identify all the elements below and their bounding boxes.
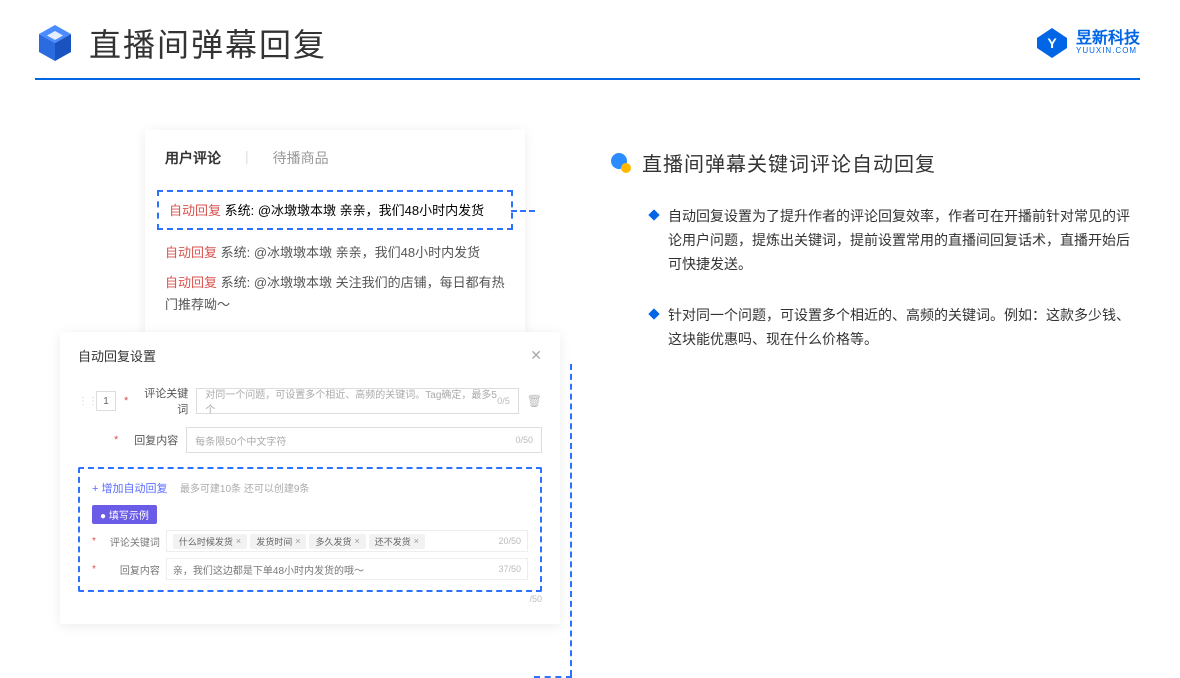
keyword-label: 评论关键词 (136, 385, 188, 417)
example-content-label: 回复内容 (102, 562, 160, 577)
bubble-icon (610, 152, 632, 174)
comment-line: 自动回复 系统: @冰墩墩本墩 亲亲，我们48小时内发货 (145, 238, 525, 268)
example-keyword-label: 评论关键词 (102, 534, 160, 549)
drag-handle-icon[interactable]: ⋮⋮ (78, 396, 88, 407)
index-box: 1 (96, 391, 116, 411)
add-autoreply-link[interactable]: + 增加自动回复 (92, 483, 167, 495)
brand-url: YUUXIN.COM (1076, 47, 1140, 56)
extra-counter: /50 (78, 594, 542, 604)
page-header: 直播间弹幕回复 Y 昱新科技 YUUXIN.COM (0, 0, 1180, 66)
tag-chip[interactable]: 什么时候发货× (173, 534, 247, 549)
auto-reply-tag: 自动回复 (169, 203, 221, 218)
required-star: * (124, 395, 128, 407)
dialog-title: 自动回复设置 (78, 346, 156, 365)
example-badge: ● 填写示例 (92, 505, 157, 524)
screenshot-illustration: 用户评论 | 待播商品 自动回复 系统: @冰墩墩本墩 亲亲，我们48小时内发货… (60, 130, 570, 624)
description-panel: 直播间弹幕关键词评论自动回复 自动回复设置为了提升作者的评论回复效率，作者可在开… (610, 130, 1140, 624)
diamond-icon (648, 309, 659, 320)
tab-pending-products[interactable]: 待播商品 (273, 148, 329, 168)
highlighted-comment: 自动回复 系统: @冰墩墩本墩 亲亲，我们48小时内发货 (157, 190, 513, 230)
close-icon[interactable]: ✕ (530, 347, 542, 364)
brand-logo: Y 昱新科技 YUUXIN.COM (1036, 27, 1140, 59)
connector-line (570, 364, 572, 676)
content-label: 回复内容 (126, 432, 178, 448)
bullet-item: 针对同一个问题，可设置多个相近的、高频的关键词。例如：这款多少钱、这块能优惠吗、… (610, 304, 1140, 352)
required-star: * (114, 434, 118, 446)
autoreply-settings-dialog: 自动回复设置 ✕ ⋮⋮ 1 * 评论关键词 对同一个问题，可设置多个相近、高频的… (60, 332, 560, 624)
tag-chip[interactable]: 发货时间× (250, 534, 306, 549)
content-input[interactable]: 每条限50个中文字符 0/50 (186, 427, 542, 453)
page-title: 直播间弹幕回复 (89, 20, 327, 66)
svg-text:Y: Y (1047, 35, 1057, 51)
example-highlight-box: + 增加自动回复 最多可建10条 还可以创建9条 ● 填写示例 * 评论关键词 … (78, 467, 542, 592)
tab-user-comments[interactable]: 用户评论 (165, 148, 221, 168)
keyword-input[interactable]: 对同一个问题，可设置多个相近、高频的关键词。Tag确定，最多5个 0/5 (196, 388, 518, 414)
add-note: 最多可建10条 还可以创建9条 (180, 484, 309, 495)
brand-name: 昱新科技 (1076, 30, 1140, 48)
bullet-item: 自动回复设置为了提升作者的评论回复效率，作者可在开播前针对常见的评论用户问题，提… (610, 205, 1140, 276)
tag-chip[interactable]: 多久发货× (309, 534, 365, 549)
trash-icon[interactable]: 🗑 (527, 394, 542, 408)
cube-icon (35, 23, 75, 63)
comments-card: 用户评论 | 待播商品 自动回复 系统: @冰墩墩本墩 亲亲，我们48小时内发货… (145, 130, 525, 338)
comment-line: 自动回复 系统: @冰墩墩本墩 关注我们的店铺，每日都有热门推荐呦～ (145, 268, 525, 320)
example-keyword-box[interactable]: 什么时候发货×发货时间×多久发货×还不发货× 20/50 (166, 530, 528, 552)
example-content-box[interactable]: 亲，我们这边都是下单48小时内发货的哦～ 37/50 (166, 558, 528, 580)
diamond-icon (648, 209, 659, 220)
brand-icon: Y (1036, 27, 1068, 59)
section-title: 直播间弹幕关键词评论自动回复 (642, 148, 936, 177)
tag-chip[interactable]: 还不发货× (369, 534, 425, 549)
